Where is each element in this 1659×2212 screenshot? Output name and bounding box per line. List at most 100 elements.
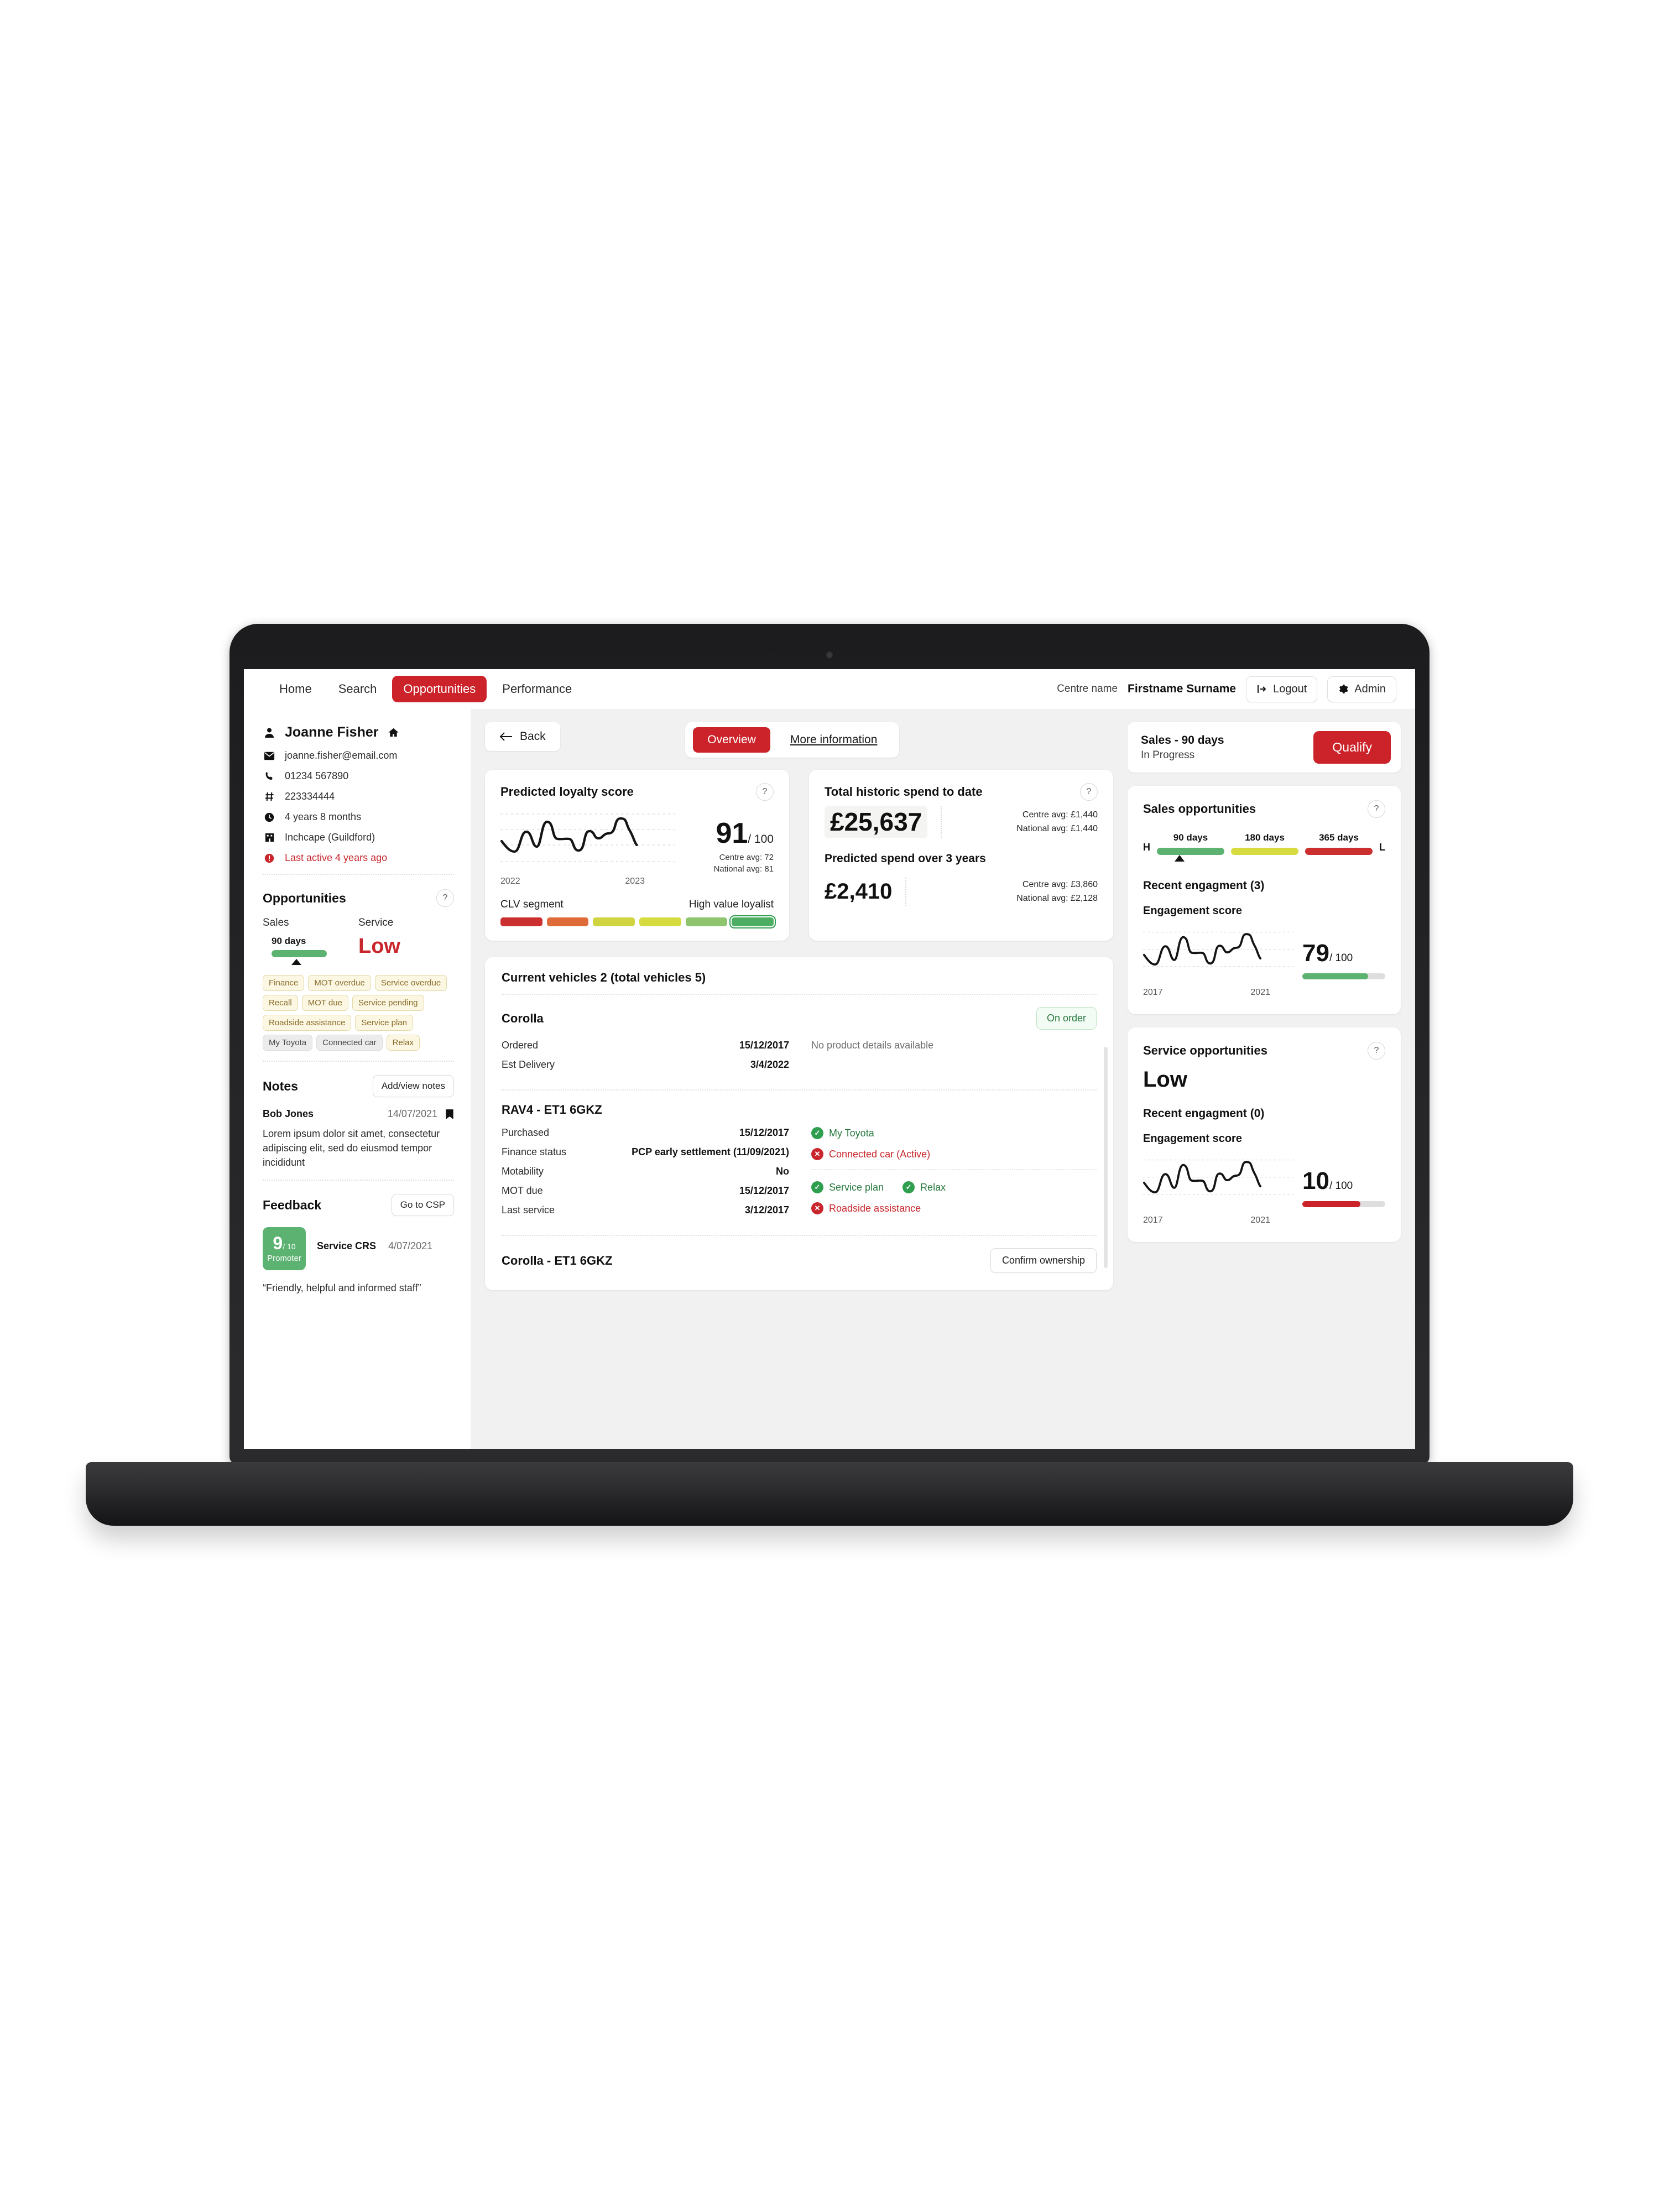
clv-value: High value loyalist [688, 899, 774, 910]
help-icon-service-opps[interactable]: ? [1368, 1042, 1385, 1060]
divider [263, 1061, 454, 1062]
note-body: Lorem ipsum dolor sit amet, consectetur … [263, 1128, 440, 1168]
range-low-letter: L [1379, 842, 1385, 853]
predicted-spend-row: £2,410 Centre avg: £3,860 National avg: … [825, 877, 1098, 906]
vehicle-field: Finance status PCP early settlement (11/… [502, 1146, 789, 1158]
predicted-loyalty-card: Predicted loyalty score ? 2022 2023 91/ … [485, 770, 789, 941]
laptop-lid: Home Search Opportunities Performance Ce… [229, 624, 1430, 1464]
vehicle-status-badge[interactable]: On order [1036, 1007, 1097, 1030]
back-button[interactable]: Back [485, 722, 560, 751]
chip-finance[interactable]: Finance [263, 975, 305, 991]
customer-tenure-row: 4 years 8 months [263, 811, 454, 823]
chip-service-overdue[interactable]: Service overdue [374, 975, 447, 991]
help-icon-loyalty[interactable]: ? [756, 783, 774, 801]
nav-item-home[interactable]: Home [268, 676, 323, 702]
clock-icon [263, 812, 276, 823]
note-author: Bob Jones [263, 1108, 314, 1119]
nav-item-performance[interactable]: Performance [491, 676, 583, 702]
alert-icon [263, 853, 276, 864]
range-marker-row [1305, 855, 1373, 863]
field-value: 15/12/2017 [739, 1040, 789, 1051]
home-icon [388, 727, 399, 738]
admin-button[interactable]: Admin [1327, 676, 1396, 702]
help-icon-sales-opps[interactable]: ? [1368, 800, 1385, 818]
feedback-score-denominator: / 10 [283, 1242, 296, 1251]
predicted-spend-national-avg: National avg: £2,128 [1016, 894, 1098, 904]
field-value: 15/12/2017 [739, 1127, 789, 1138]
divider [811, 1169, 1097, 1170]
building-icon [263, 832, 276, 843]
status-bar: Sales - 90 days In Progress Qualify [1128, 722, 1401, 773]
customer-last-active-row: Last active 4 years ago [263, 852, 454, 864]
sales-score-meter-fill [1302, 973, 1368, 979]
feedback-score-tile: 9/ 10 Promoter [263, 1227, 306, 1271]
service-opps-title: Service opportunities [1143, 1044, 1267, 1057]
qualify-button[interactable]: Qualify [1313, 731, 1391, 764]
clv-label: CLV segment [500, 899, 564, 910]
nav-item-opportunities[interactable]: Opportunities [392, 676, 487, 702]
loyalty-card-title: Predicted loyalty score [500, 785, 634, 799]
vehicles-list[interactable]: Corolla On order Ordered 15/12/2017 Est … [485, 994, 1113, 1281]
spend-centre-avg: Centre avg: £1,440 [1022, 810, 1098, 820]
logout-button[interactable]: Logout [1246, 676, 1318, 702]
vehicle-field: Purchased 15/12/2017 [502, 1127, 789, 1139]
service-year-start: 2017 [1143, 1215, 1163, 1225]
predicted-spend-centre-avg: Centre avg: £3,860 [1022, 879, 1098, 889]
go-to-csp-button[interactable]: Go to CSP [391, 1194, 454, 1217]
flag-relax: ✓ Relax [902, 1181, 946, 1193]
bookmark-icon[interactable] [445, 1109, 454, 1120]
nav-item-search[interactable]: Search [327, 676, 388, 702]
vehicle-name: Corolla - ET1 6GKZ [502, 1253, 613, 1267]
chip-relax[interactable]: Relax [386, 1035, 420, 1051]
field-key: Finance status [502, 1146, 567, 1157]
range-segments: 90 days 180 days 365 days [1157, 832, 1373, 863]
sales-engagement-sparkline: 2017 2021 [1142, 923, 1293, 998]
current-vehicles-card: Current vehicles 2 (total vehicles 5) Co… [485, 957, 1113, 1290]
laptop-mockup: Home Search Opportunities Performance Ce… [86, 624, 1573, 1526]
sales-opps-title: Sales opportunities [1143, 802, 1256, 816]
vehicle-name: RAV4 - ET1 6GKZ [502, 1103, 602, 1117]
add-view-notes-button[interactable]: Add/view notes [372, 1075, 454, 1097]
check-circle-icon: ✓ [811, 1127, 823, 1139]
divider [263, 1180, 454, 1181]
predicted-spend-averages: Centre avg: £3,860 National avg: £2,128 [920, 878, 1098, 906]
vehicle-field: MOT due 15/12/2017 [502, 1185, 789, 1197]
clv-segment-2 [546, 917, 589, 926]
spend-card-header: Total historic spend to date ? [825, 783, 1098, 801]
loyalty-score-block: 91/ 100 Centre avg: 72 National avg: 81 [685, 819, 774, 874]
tab-more-information[interactable]: More information [776, 727, 892, 753]
laptop-base [86, 1462, 1573, 1526]
chip-my-toyota[interactable]: My Toyota [263, 1035, 313, 1051]
historic-spend-card: Total historic spend to date ? £25,637 C… [809, 770, 1113, 941]
field-value: 3/4/2022 [750, 1059, 789, 1070]
customer-reference: 223334444 [285, 791, 335, 802]
flag-connected-car: ✕ Connected car (Active) [811, 1148, 1097, 1160]
divider [263, 874, 454, 875]
customer-name-row: Joanne Fisher [263, 724, 454, 740]
feedback-score: 9/ 10 [273, 1234, 295, 1252]
service-engagement-score: 10/ 100 [1302, 1169, 1385, 1193]
vehicle-flags: ✓ My Toyota ✕ Connected car (Active) ✓ S… [806, 1127, 1097, 1224]
chip-service-pending[interactable]: Service pending [352, 995, 424, 1011]
sales-engagement-score: 79/ 100 [1302, 941, 1385, 966]
customer-phone-row: 01234 567890 [263, 770, 454, 782]
chip-service-plan[interactable]: Service plan [355, 1015, 413, 1031]
help-icon-opportunities[interactable]: ? [436, 889, 454, 907]
predicted-spend-amount: £2,410 [825, 879, 893, 904]
chip-roadside-assistance[interactable]: Roadside assistance [263, 1015, 352, 1031]
vehicle-field: Motability No [502, 1166, 789, 1177]
confirm-ownership-button[interactable]: Confirm ownership [990, 1248, 1097, 1273]
help-icon-spend[interactable]: ? [1080, 783, 1098, 801]
tab-overview[interactable]: Overview [693, 727, 770, 753]
service-engagement-label: Engagement score [1143, 1133, 1242, 1145]
vehicles-title: Current vehicles 2 (total vehicles 5) [502, 971, 706, 984]
chip-mot-due[interactable]: MOT due [301, 995, 348, 1011]
customer-last-active: Last active 4 years ago [285, 852, 388, 863]
service-opps-value: Low [1143, 1067, 1187, 1092]
loyalty-sparkline: 2022 2023 [500, 806, 675, 886]
chip-mot-overdue[interactable]: MOT overdue [308, 975, 371, 991]
chip-connected-car[interactable]: Connected car [316, 1035, 383, 1051]
service-engagement-sparkline: 2017 2021 [1142, 1151, 1293, 1225]
chip-recall[interactable]: Recall [263, 995, 298, 1011]
vehicles-scrollbar[interactable] [1104, 1047, 1108, 1268]
